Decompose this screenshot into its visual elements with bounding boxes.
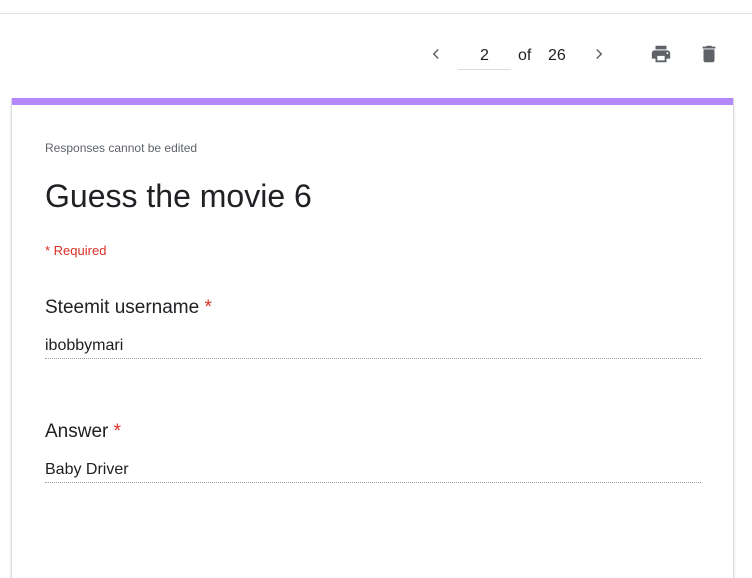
form-title: Guess the movie 6 [45, 178, 312, 214]
required-note: * Required [45, 243, 107, 258]
question-label: Answer * [45, 421, 701, 443]
print-button[interactable] [649, 42, 673, 66]
total-pages: 26 [548, 47, 566, 64]
of-label: of [518, 47, 532, 64]
delete-button[interactable] [697, 42, 721, 66]
required-asterisk: * [113, 421, 122, 442]
print-icon [651, 45, 671, 63]
question-answer: Answer * Baby Driver [45, 421, 701, 483]
chevron-left-icon [432, 48, 439, 60]
question-label-text: Steemit username [45, 297, 200, 318]
chevron-right-icon [596, 48, 603, 60]
answer-text: Baby Driver [45, 461, 701, 483]
page-number-input[interactable] [458, 43, 511, 70]
answer-text: ibobbymari [45, 337, 701, 359]
question-label-text: Answer [45, 421, 109, 442]
next-response-button[interactable] [587, 42, 611, 66]
response-toolbar: of 26 [0, 34, 752, 74]
required-asterisk: * [204, 297, 212, 318]
question-label: Steemit username * [45, 297, 701, 319]
responses-notice: Responses cannot be edited [45, 141, 198, 155]
top-divider [0, 13, 752, 14]
form-response-card: Responses cannot be edited Guess the mov… [11, 98, 734, 578]
question-steemit-username: Steemit username * ibobbymari [45, 297, 701, 359]
card-accent-bar [12, 98, 733, 105]
trash-icon [702, 45, 716, 63]
previous-response-button[interactable] [424, 42, 448, 66]
